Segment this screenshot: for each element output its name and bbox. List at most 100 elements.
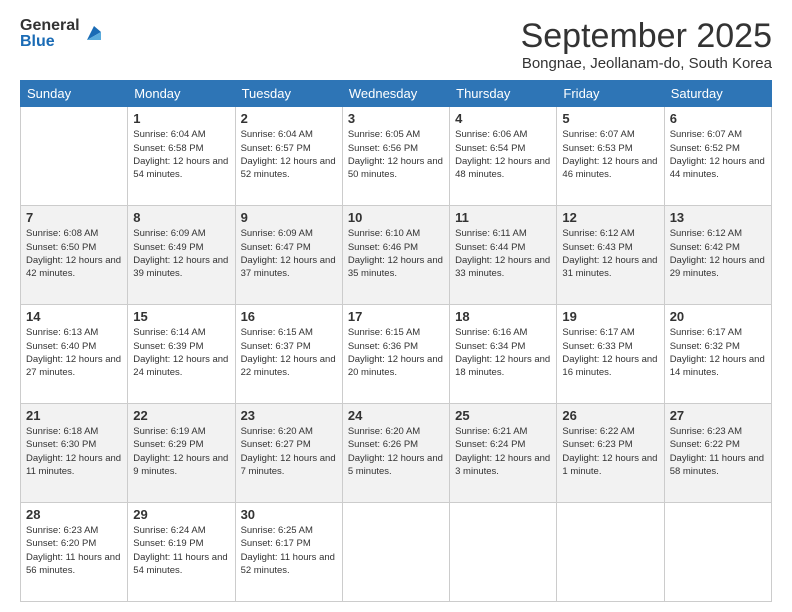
table-row — [664, 503, 771, 602]
day-number: 10 — [348, 210, 444, 225]
table-row: 2 Sunrise: 6:04 AMSunset: 6:57 PMDaylight… — [235, 107, 342, 206]
table-row: 15 Sunrise: 6:14 AMSunset: 6:39 PMDayligh… — [128, 305, 235, 404]
calendar: Sunday Monday Tuesday Wednesday Thursday… — [20, 80, 772, 602]
table-row — [450, 503, 557, 602]
day-number: 2 — [241, 111, 337, 126]
day-info: Sunrise: 6:17 AMSunset: 6:32 PMDaylight:… — [670, 326, 766, 379]
day-info: Sunrise: 6:20 AMSunset: 6:26 PMDaylight:… — [348, 425, 444, 478]
day-info: Sunrise: 6:23 AMSunset: 6:20 PMDaylight:… — [26, 524, 122, 577]
table-row: 17 Sunrise: 6:15 AMSunset: 6:36 PMDayligh… — [342, 305, 449, 404]
day-number: 30 — [241, 507, 337, 522]
table-row: 20 Sunrise: 6:17 AMSunset: 6:32 PMDayligh… — [664, 305, 771, 404]
day-info: Sunrise: 6:20 AMSunset: 6:27 PMDaylight:… — [241, 425, 337, 478]
table-row: 10Sunrise: 6:10 AMSunset: 6:46 PMDayligh… — [342, 206, 449, 305]
table-row — [557, 503, 664, 602]
calendar-row: 21Sunrise: 6:18 AMSunset: 6:30 PMDayligh… — [21, 404, 772, 503]
day-number: 19 — [562, 309, 658, 324]
day-info: Sunrise: 6:13 AMSunset: 6:40 PMDaylight:… — [26, 326, 122, 379]
day-number: 23 — [241, 408, 337, 423]
table-row: 19 Sunrise: 6:17 AMSunset: 6:33 PMDayligh… — [557, 305, 664, 404]
col-monday: Monday — [128, 81, 235, 107]
day-info: Sunrise: 6:04 AMSunset: 6:57 PMDaylight:… — [241, 128, 337, 181]
day-number: 7 — [26, 210, 122, 225]
calendar-row: 28 Sunrise: 6:23 AMSunset: 6:20 PMDayligh… — [21, 503, 772, 602]
day-number: 27 — [670, 408, 766, 423]
day-info: Sunrise: 6:09 AMSunset: 6:49 PMDaylight:… — [133, 227, 229, 280]
logo-general: General — [20, 18, 80, 34]
day-number: 14 — [26, 309, 122, 324]
day-number: 3 — [348, 111, 444, 126]
table-row: 18 Sunrise: 6:16 AMSunset: 6:34 PMDayligh… — [450, 305, 557, 404]
table-row: 26 Sunrise: 6:22 AMSunset: 6:23 PMDayligh… — [557, 404, 664, 503]
day-info: Sunrise: 6:17 AMSunset: 6:33 PMDaylight:… — [562, 326, 658, 379]
month-title: September 2025 — [521, 18, 772, 55]
day-info: Sunrise: 6:07 AMSunset: 6:52 PMDaylight:… — [670, 128, 766, 181]
table-row: 22 Sunrise: 6:19 AMSunset: 6:29 PMDayligh… — [128, 404, 235, 503]
day-info: Sunrise: 6:25 AMSunset: 6:17 PMDaylight:… — [241, 524, 337, 577]
table-row: 5 Sunrise: 6:07 AMSunset: 6:53 PMDaylight… — [557, 107, 664, 206]
day-info: Sunrise: 6:05 AMSunset: 6:56 PMDaylight:… — [348, 128, 444, 181]
day-info: Sunrise: 6:14 AMSunset: 6:39 PMDaylight:… — [133, 326, 229, 379]
day-number: 11 — [455, 210, 551, 225]
day-info: Sunrise: 6:24 AMSunset: 6:19 PMDaylight:… — [133, 524, 229, 577]
day-number: 25 — [455, 408, 551, 423]
table-row: 4 Sunrise: 6:06 AMSunset: 6:54 PMDaylight… — [450, 107, 557, 206]
table-row: 7 Sunrise: 6:08 AMSunset: 6:50 PMDaylight… — [21, 206, 128, 305]
table-row: 16Sunrise: 6:15 AMSunset: 6:37 PMDayligh… — [235, 305, 342, 404]
day-number: 28 — [26, 507, 122, 522]
day-number: 12 — [562, 210, 658, 225]
day-number: 5 — [562, 111, 658, 126]
col-tuesday: Tuesday — [235, 81, 342, 107]
calendar-row: 7 Sunrise: 6:08 AMSunset: 6:50 PMDaylight… — [21, 206, 772, 305]
col-sunday: Sunday — [21, 81, 128, 107]
table-row: 13 Sunrise: 6:12 AMSunset: 6:42 PMDayligh… — [664, 206, 771, 305]
day-number: 29 — [133, 507, 229, 522]
table-row: 12Sunrise: 6:12 AMSunset: 6:43 PMDayligh… — [557, 206, 664, 305]
day-info: Sunrise: 6:12 AMSunset: 6:42 PMDaylight:… — [670, 227, 766, 280]
header-row: Sunday Monday Tuesday Wednesday Thursday… — [21, 81, 772, 107]
table-row — [21, 107, 128, 206]
day-info: Sunrise: 6:15 AMSunset: 6:36 PMDaylight:… — [348, 326, 444, 379]
day-number: 6 — [670, 111, 766, 126]
day-info: Sunrise: 6:22 AMSunset: 6:23 PMDaylight:… — [562, 425, 658, 478]
title-block: September 2025 Bongnae, Jeollanam-do, So… — [521, 18, 772, 72]
day-number: 22 — [133, 408, 229, 423]
table-row: 6 Sunrise: 6:07 AMSunset: 6:52 PMDaylight… — [664, 107, 771, 206]
day-number: 18 — [455, 309, 551, 324]
day-number: 9 — [241, 210, 337, 225]
day-number: 1 — [133, 111, 229, 126]
day-info: Sunrise: 6:04 AMSunset: 6:58 PMDaylight:… — [133, 128, 229, 181]
day-info: Sunrise: 6:19 AMSunset: 6:29 PMDaylight:… — [133, 425, 229, 478]
day-number: 15 — [133, 309, 229, 324]
day-number: 24 — [348, 408, 444, 423]
table-row: 28 Sunrise: 6:23 AMSunset: 6:20 PMDayligh… — [21, 503, 128, 602]
col-thursday: Thursday — [450, 81, 557, 107]
day-number: 17 — [348, 309, 444, 324]
day-info: Sunrise: 6:16 AMSunset: 6:34 PMDaylight:… — [455, 326, 551, 379]
calendar-row: 1 Sunrise: 6:04 AMSunset: 6:58 PMDaylight… — [21, 107, 772, 206]
logo-icon — [83, 22, 105, 44]
day-info: Sunrise: 6:18 AMSunset: 6:30 PMDaylight:… — [26, 425, 122, 478]
page: General Blue September 2025 Bongnae, Jeo… — [0, 0, 792, 612]
table-row: 24 Sunrise: 6:20 AMSunset: 6:26 PMDayligh… — [342, 404, 449, 503]
day-number: 4 — [455, 111, 551, 126]
day-info: Sunrise: 6:07 AMSunset: 6:53 PMDaylight:… — [562, 128, 658, 181]
day-number: 20 — [670, 309, 766, 324]
location: Bongnae, Jeollanam-do, South Korea — [521, 55, 772, 72]
table-row: 27Sunrise: 6:23 AMSunset: 6:22 PMDayligh… — [664, 404, 771, 503]
day-info: Sunrise: 6:06 AMSunset: 6:54 PMDaylight:… — [455, 128, 551, 181]
col-friday: Friday — [557, 81, 664, 107]
header: General Blue September 2025 Bongnae, Jeo… — [20, 18, 772, 72]
table-row — [342, 503, 449, 602]
day-info: Sunrise: 6:08 AMSunset: 6:50 PMDaylight:… — [26, 227, 122, 280]
day-info: Sunrise: 6:11 AMSunset: 6:44 PMDaylight:… — [455, 227, 551, 280]
day-number: 13 — [670, 210, 766, 225]
logo-blue: Blue — [20, 34, 80, 50]
calendar-row: 14 Sunrise: 6:13 AMSunset: 6:40 PMDayligh… — [21, 305, 772, 404]
table-row: 9 Sunrise: 6:09 AMSunset: 6:47 PMDaylight… — [235, 206, 342, 305]
table-row: 8Sunrise: 6:09 AMSunset: 6:49 PMDaylight… — [128, 206, 235, 305]
day-number: 16 — [241, 309, 337, 324]
table-row: 29 Sunrise: 6:24 AMSunset: 6:19 PMDayligh… — [128, 503, 235, 602]
day-number: 26 — [562, 408, 658, 423]
day-info: Sunrise: 6:09 AMSunset: 6:47 PMDaylight:… — [241, 227, 337, 280]
